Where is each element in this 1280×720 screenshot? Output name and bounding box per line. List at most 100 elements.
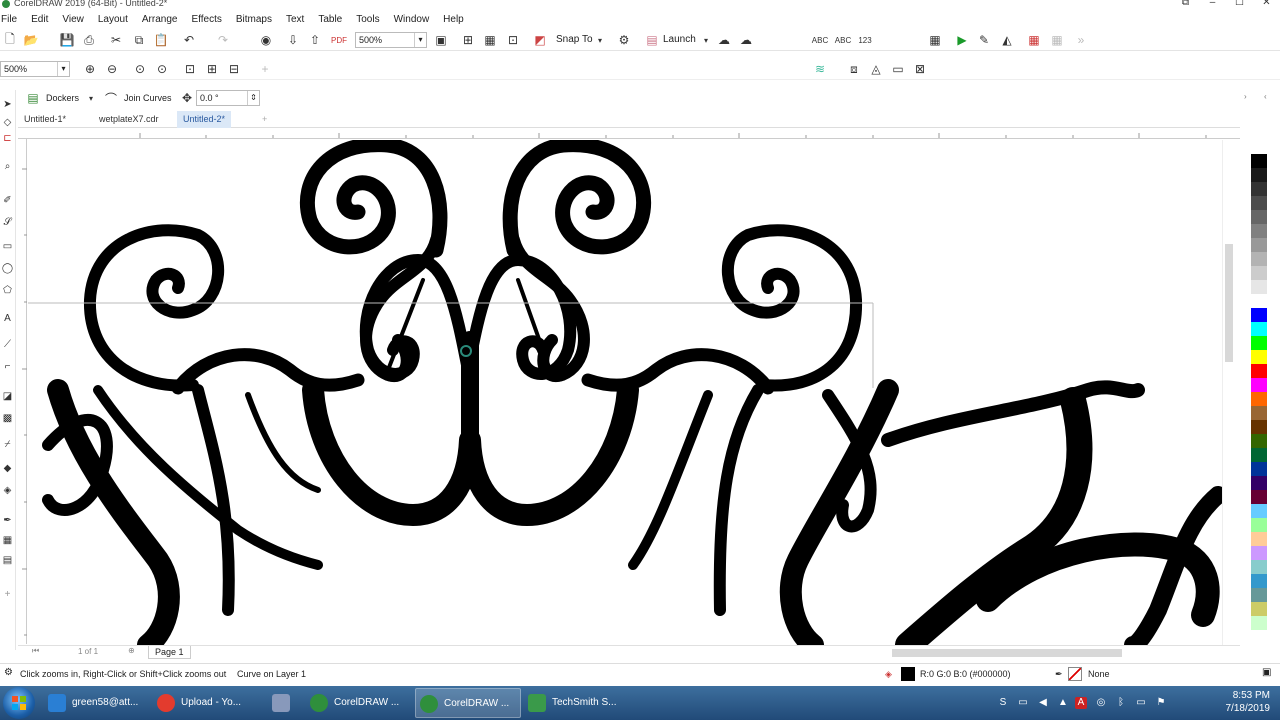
- palette-swatch[interactable]: [1251, 448, 1267, 462]
- zoom-level-select[interactable]: 500% ▾: [355, 32, 427, 48]
- monitor-icon[interactable]: ▭: [1135, 697, 1147, 709]
- vertical-scrollbar[interactable]: [1222, 140, 1234, 645]
- more-icon[interactable]: »: [1072, 32, 1090, 48]
- zoom-page-height-icon[interactable]: ⊟: [225, 61, 243, 77]
- pick-tool-icon[interactable]: ➤: [1, 98, 14, 111]
- settings-gear-icon[interactable]: ⚙: [4, 667, 13, 678]
- palette-swatch[interactable]: [1251, 434, 1267, 448]
- polygon-tool-icon[interactable]: ⬠: [1, 284, 14, 297]
- angle-input[interactable]: 0.0 ° ⇕: [196, 90, 260, 106]
- full-screen-preview-icon[interactable]: ▣: [432, 32, 450, 48]
- close-button[interactable]: ✕: [1253, 0, 1280, 8]
- start-button[interactable]: [3, 687, 35, 719]
- menu-window[interactable]: Window: [387, 14, 437, 25]
- snagit-icon[interactable]: S: [997, 697, 1009, 709]
- crop-tool-icon[interactable]: ⊏: [1, 132, 14, 145]
- show-guidelines-icon[interactable]: ⊡: [504, 32, 522, 48]
- import-icon[interactable]: ⇩: [284, 32, 302, 48]
- menu-bitmaps[interactable]: Bitmaps: [229, 14, 279, 25]
- show-grid-icon[interactable]: ▦: [481, 32, 499, 48]
- palette-swatch[interactable]: [1251, 322, 1267, 336]
- menu-file[interactable]: File: [0, 14, 24, 25]
- palette-swatch[interactable]: [1251, 462, 1267, 476]
- text-frame-icon[interactable]: ⊠: [911, 61, 929, 77]
- palette-swatch[interactable]: [1251, 546, 1267, 560]
- menu-table[interactable]: Table: [311, 14, 349, 25]
- chevron-right-icon[interactable]: ›: [1244, 92, 1247, 101]
- shape-tool-icon[interactable]: ◇: [1, 116, 14, 129]
- tab-untitled-2[interactable]: Untitled-2*: [177, 111, 232, 128]
- tab-untitled-1[interactable]: Untitled-1*: [18, 111, 72, 128]
- abc-123-icon[interactable]: ABC: [811, 32, 829, 48]
- zoom-all-objects-icon[interactable]: ⊙: [153, 61, 171, 77]
- page-nav-first-icon[interactable]: ⏮: [32, 646, 39, 656]
- interactive-fill-icon[interactable]: ◆: [1, 462, 14, 475]
- palette-swatch[interactable]: [1251, 252, 1267, 266]
- zoom-in-icon[interactable]: ⊕: [81, 61, 99, 77]
- tab-wetplatex7[interactable]: wetplateX7.cdr: [93, 111, 165, 128]
- volume-icon[interactable]: ◀: [1037, 697, 1049, 709]
- palette-swatch[interactable]: [1251, 392, 1267, 406]
- outline-pen-icon[interactable]: ✒: [1, 514, 14, 527]
- palette-swatch[interactable]: [1251, 420, 1267, 434]
- publish-pdf-icon[interactable]: PDF: [330, 32, 348, 48]
- rectangle-tool-icon[interactable]: ▭: [1, 240, 14, 253]
- new-document-icon[interactable]: 🗋: [1, 32, 19, 48]
- zoom-level-select-2[interactable]: 500% ▾: [0, 61, 70, 77]
- restore-icon[interactable]: ⧉: [1172, 0, 1199, 8]
- abc-icon[interactable]: ABC: [834, 32, 852, 48]
- redo-icon[interactable]: ↷: [214, 32, 232, 48]
- palette-swatch[interactable]: [1251, 210, 1267, 224]
- undo-icon[interactable]: ↶: [180, 32, 198, 48]
- record-macro-icon[interactable]: ◭: [998, 32, 1016, 48]
- parallel-dimension-icon[interactable]: ⟋: [1, 338, 14, 351]
- menu-view[interactable]: View: [55, 14, 91, 25]
- freehand-tool-icon[interactable]: ✐: [1, 194, 14, 207]
- palette-swatch[interactable]: [1251, 490, 1267, 504]
- dockers-button[interactable]: Dockers: [46, 90, 79, 106]
- drop-shadow-icon[interactable]: ◪: [1, 390, 14, 403]
- run-script-icon[interactable]: ▶: [953, 32, 971, 48]
- copy-icon[interactable]: ⧉: [130, 32, 148, 48]
- menu-effects[interactable]: Effects: [184, 14, 228, 25]
- palette-swatch[interactable]: [1251, 140, 1267, 154]
- palette-swatch[interactable]: [1251, 336, 1267, 350]
- export-icon[interactable]: ⇧: [306, 32, 324, 48]
- artistic-media-icon[interactable]: 𝒮: [1, 216, 14, 229]
- drawing-canvas[interactable]: [28, 140, 1224, 645]
- launch-icon[interactable]: ▤: [643, 32, 661, 48]
- acrobat-icon[interactable]: A: [1075, 697, 1087, 709]
- palette-swatch[interactable]: [1251, 588, 1267, 602]
- palette-swatch[interactable]: [1251, 364, 1267, 378]
- bluetooth-icon[interactable]: ᛒ: [1115, 697, 1127, 709]
- text-tool-icon[interactable]: A: [1, 312, 14, 325]
- pause-icon[interactable]: ▦: [1048, 32, 1066, 48]
- calendar-icon[interactable]: ▦: [926, 32, 944, 48]
- zoom-out-icon[interactable]: ⊖: [103, 61, 121, 77]
- add-page-icon[interactable]: ⊕: [128, 646, 135, 655]
- palette-swatch[interactable]: [1251, 350, 1267, 364]
- palette-swatch[interactable]: [1251, 504, 1267, 518]
- taskbar-item-coreldraw-1[interactable]: CorelDRAW ...: [306, 688, 412, 718]
- display-icon[interactable]: ▭: [1017, 697, 1029, 709]
- taskbar-item-email[interactable]: green58@att...: [44, 688, 150, 718]
- spinner-icon[interactable]: ⇕: [247, 91, 259, 105]
- palette-swatch[interactable]: [1251, 308, 1267, 322]
- taskbar-item-coreldraw-2[interactable]: CorelDRAW ...: [415, 688, 521, 718]
- launch-button[interactable]: Launch: [663, 32, 696, 48]
- flag-icon[interactable]: ⚑: [1155, 697, 1167, 709]
- palette-swatch[interactable]: [1251, 602, 1267, 616]
- zoom-tool-icon[interactable]: ⌕: [1, 160, 14, 173]
- add-tool-icon[interactable]: +: [1, 588, 14, 601]
- search-content-icon[interactable]: ◉: [257, 32, 275, 48]
- cut-icon[interactable]: ✂: [107, 32, 125, 48]
- menu-tools[interactable]: Tools: [349, 14, 386, 25]
- transform-icon[interactable]: ⧈: [845, 61, 863, 77]
- cloud-upload-icon[interactable]: ☁: [715, 32, 733, 48]
- table-tool-icon[interactable]: ▦: [1, 534, 14, 547]
- new-tab-icon[interactable]: +: [256, 111, 273, 128]
- palette-swatch[interactable]: [1251, 378, 1267, 392]
- palette-swatch[interactable]: [1251, 574, 1267, 588]
- palette-swatch[interactable]: [1251, 616, 1267, 630]
- options-gear-icon[interactable]: ⚙: [615, 32, 633, 48]
